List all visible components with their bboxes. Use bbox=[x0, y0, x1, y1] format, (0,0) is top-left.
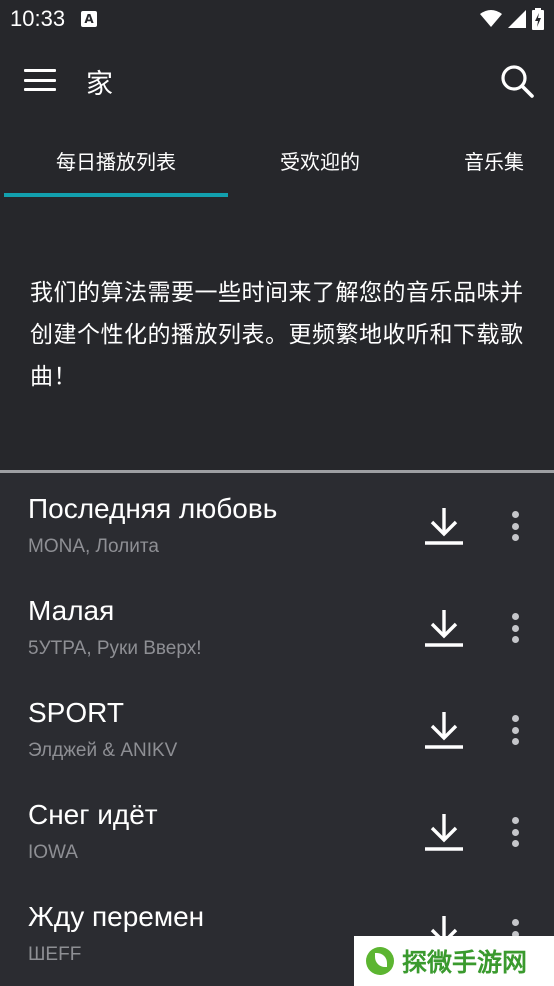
watermark-logo-icon bbox=[366, 947, 394, 975]
search-icon[interactable] bbox=[498, 62, 536, 100]
song-row[interactable]: Малая 5УТРА, Руки Вверх! bbox=[0, 575, 554, 677]
tab-popular[interactable]: 受欢迎的 bbox=[228, 126, 412, 194]
song-title: Снег идёт bbox=[28, 799, 158, 830]
tab-label: 音乐集 bbox=[464, 149, 524, 174]
download-icon[interactable] bbox=[422, 811, 466, 853]
status-time: 10:33 bbox=[10, 6, 66, 31]
download-icon[interactable] bbox=[422, 505, 466, 547]
tab-daily-playlist[interactable]: 每日播放列表 bbox=[4, 126, 228, 194]
song-title: SPORT bbox=[28, 697, 124, 728]
app-bar: 家 bbox=[0, 48, 554, 112]
tab-label: 受欢迎的 bbox=[280, 149, 360, 174]
song-row[interactable]: Снег идёт IOWA bbox=[0, 779, 554, 881]
battery-icon bbox=[532, 8, 544, 30]
song-list: Последняя любовь MONA, Лолита Малая 5УТР… bbox=[0, 473, 554, 986]
song-row[interactable]: SPORT Элджей & ANIKV bbox=[0, 677, 554, 779]
tab-label: 每日播放列表 bbox=[56, 149, 176, 174]
page-title: 家 bbox=[86, 69, 113, 100]
more-options-icon[interactable] bbox=[503, 507, 527, 545]
song-artist: ШЕFF bbox=[28, 944, 82, 965]
song-artist: IOWA bbox=[28, 842, 78, 863]
song-artist: Элджей & ANIKV bbox=[28, 740, 178, 761]
more-options-icon[interactable] bbox=[503, 711, 527, 749]
wifi-icon bbox=[480, 10, 502, 27]
notification-icon: A bbox=[81, 11, 98, 27]
more-options-icon[interactable] bbox=[503, 609, 527, 647]
song-artist: 5УТРА, Руки Вверх! bbox=[28, 638, 202, 659]
song-title: Малая bbox=[28, 595, 115, 626]
watermark-text: 探微手游网 bbox=[402, 948, 528, 977]
song-title: Последняя любовь bbox=[28, 493, 278, 524]
song-row[interactable]: Последняя любовь MONA, Лолита bbox=[0, 473, 554, 575]
status-bar: 10:33 A bbox=[0, 0, 554, 38]
download-icon[interactable] bbox=[422, 607, 466, 649]
watermark: 探微手游网 bbox=[354, 936, 554, 986]
tab-indicator bbox=[4, 193, 228, 197]
download-icon[interactable] bbox=[422, 709, 466, 751]
info-message: 我们的算法需要一些时间来了解您的音乐品味并创建个性化的播放列表。更频繁地收听和下… bbox=[30, 280, 524, 390]
tab-bar: 每日播放列表 受欢迎的 音乐集 bbox=[0, 126, 554, 198]
more-options-icon[interactable] bbox=[503, 813, 527, 851]
song-title: Жду перемен bbox=[28, 901, 205, 932]
song-artist: MONA, Лолита bbox=[28, 536, 159, 557]
signal-icon bbox=[508, 10, 526, 28]
tab-collections[interactable]: 音乐集 bbox=[442, 126, 546, 194]
menu-icon[interactable] bbox=[24, 65, 60, 95]
